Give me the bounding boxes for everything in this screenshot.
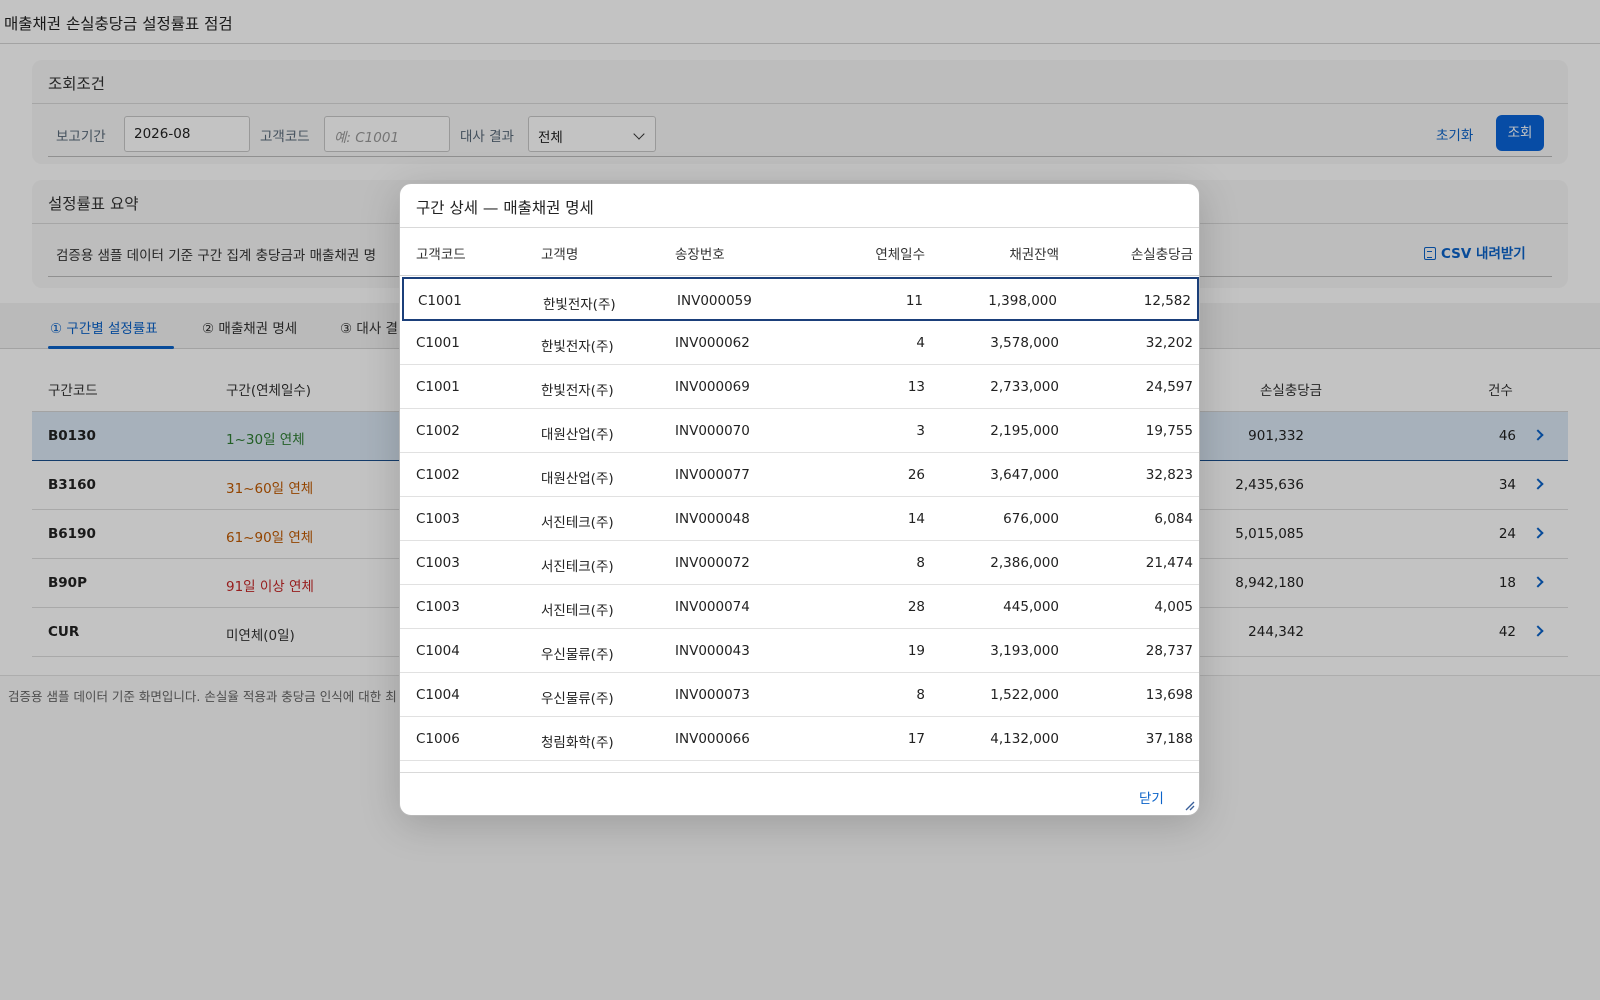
loss-allowance: 13,698 — [1145, 687, 1193, 703]
receivable-balance: 1,398,000 — [988, 293, 1057, 309]
list-item[interactable]: C1004 우신물류(주) INV000043 19 3,193,000 28,737 — [400, 629, 1199, 673]
customer-code: C1002 — [416, 423, 460, 439]
resize-handle-icon[interactable] — [1185, 801, 1195, 811]
customer-name: 서진테크(주) — [541, 603, 614, 619]
receivable-balance: 445,000 — [1003, 599, 1059, 615]
list-item[interactable]: C1002 대원산업(주) INV000077 26 3,647,000 32,823 — [400, 453, 1199, 497]
list-item[interactable]: C1003 서진테크(주) INV000072 8 2,386,000 21,474 — [400, 541, 1199, 585]
invoice-number: INV000072 — [675, 555, 750, 571]
customer-code: C1006 — [416, 731, 460, 747]
customer-code: C1001 — [416, 335, 460, 351]
loss-allowance: 28,737 — [1145, 643, 1193, 659]
loss-allowance: 32,823 — [1145, 467, 1193, 483]
customer-code: C1003 — [416, 555, 460, 571]
invoice-number: INV000048 — [675, 511, 750, 527]
list-item[interactable]: C1002 대원산업(주) INV000070 3 2,195,000 19,755 — [400, 409, 1199, 453]
customer-name: 서진테크(주) — [541, 515, 614, 531]
customer-code: C1004 — [416, 687, 460, 703]
days-overdue: 8 — [916, 555, 925, 571]
days-overdue: 8 — [916, 687, 925, 703]
list-item[interactable]: C1001 한빛전자(주) INV000069 13 2,733,000 24,597 — [400, 365, 1199, 409]
invoice-number: INV000069 — [675, 379, 750, 395]
receivable-balance: 676,000 — [1003, 511, 1059, 527]
loss-allowance: 4,005 — [1154, 599, 1193, 615]
close-button[interactable]: 닫기 — [1139, 787, 1164, 807]
receivable-balance: 2,733,000 — [990, 379, 1059, 395]
receivable-balance: 2,195,000 — [990, 423, 1059, 439]
list-item[interactable]: C1003 서진테크(주) INV000048 14 676,000 6,084 — [400, 497, 1199, 541]
header-customer-name: 고객명 — [541, 247, 579, 263]
invoice-number: INV000066 — [675, 731, 750, 747]
customer-code: C1003 — [416, 599, 460, 615]
list-item[interactable]: C1001 한빛전자(주) INV000059 11 1,398,000 12,582 — [402, 277, 1199, 321]
loss-allowance: 24,597 — [1145, 379, 1193, 395]
loss-allowance: 21,474 — [1145, 555, 1193, 571]
invoice-number: INV000043 — [675, 643, 750, 659]
receivable-balance: 2,386,000 — [990, 555, 1059, 571]
days-overdue: 28 — [907, 599, 925, 615]
days-overdue: 19 — [907, 643, 925, 659]
list-item[interactable]: C1001 한빛전자(주) INV000062 4 3,578,000 32,202 — [400, 321, 1199, 365]
header-allowance: 손실충당금 — [1130, 247, 1193, 263]
header-customer-code: 고객코드 — [416, 247, 466, 263]
invoice-number: INV000073 — [675, 687, 750, 703]
invoice-number: INV000074 — [675, 599, 750, 615]
loss-allowance: 37,188 — [1145, 731, 1193, 747]
days-overdue: 13 — [907, 379, 925, 395]
customer-name: 대원산업(주) — [541, 427, 614, 443]
invoice-number: INV000070 — [675, 423, 750, 439]
customer-code: C1003 — [416, 511, 460, 527]
receivable-balance: 1,522,000 — [990, 687, 1059, 703]
customer-code: C1002 — [416, 467, 460, 483]
days-overdue: 4 — [916, 335, 925, 351]
days-overdue: 17 — [907, 731, 925, 747]
days-overdue: 11 — [905, 293, 923, 309]
list-item[interactable]: C1004 우신물류(주) INV000073 8 1,522,000 13,698 — [400, 673, 1199, 717]
customer-name: 서진테크(주) — [541, 559, 614, 575]
customer-name: 우신물류(주) — [541, 647, 614, 663]
invoice-number: INV000059 — [677, 293, 752, 309]
list-item[interactable]: C1006 청림화학(주) INV000066 17 4,132,000 37,188 — [400, 717, 1199, 761]
loss-allowance: 19,755 — [1145, 423, 1193, 439]
days-overdue: 14 — [907, 511, 925, 527]
customer-name: 한빛전자(주) — [541, 383, 614, 399]
loss-allowance: 6,084 — [1154, 511, 1193, 527]
customer-code: C1001 — [418, 293, 462, 309]
list-item[interactable]: C1003 서진테크(주) INV000074 28 445,000 4,005 — [400, 585, 1199, 629]
receivable-balance: 3,578,000 — [990, 335, 1059, 351]
invoice-number: INV000077 — [675, 467, 750, 483]
customer-code: C1001 — [416, 379, 460, 395]
modal-table-header: 고객코드 고객명 송장번호 연체일수 채권잔액 손실충당금 — [400, 228, 1199, 276]
header-invoice: 송장번호 — [675, 247, 725, 263]
header-balance: 채권잔액 — [1009, 247, 1059, 263]
divider — [400, 772, 1199, 773]
days-overdue: 3 — [916, 423, 925, 439]
customer-name: 한빛전자(주) — [541, 339, 614, 355]
customer-code: C1004 — [416, 643, 460, 659]
header-days-overdue: 연체일수 — [875, 247, 925, 263]
customer-name: 한빛전자(주) — [543, 297, 616, 313]
modal-title: 구간 상세 — 매출채권 명세 — [416, 199, 594, 217]
customer-name: 우신물류(주) — [541, 691, 614, 707]
loss-allowance: 32,202 — [1145, 335, 1193, 351]
bucket-detail-modal: 구간 상세 — 매출채권 명세 고객코드 고객명 송장번호 연체일수 채권잔액 … — [399, 183, 1200, 816]
days-overdue: 26 — [907, 467, 925, 483]
receivable-balance: 4,132,000 — [990, 731, 1059, 747]
receivable-balance: 3,647,000 — [990, 467, 1059, 483]
customer-name: 대원산업(주) — [541, 471, 614, 487]
invoice-number: INV000062 — [675, 335, 750, 351]
customer-name: 청림화학(주) — [541, 735, 614, 751]
receivable-balance: 3,193,000 — [990, 643, 1059, 659]
loss-allowance: 12,582 — [1143, 293, 1191, 309]
